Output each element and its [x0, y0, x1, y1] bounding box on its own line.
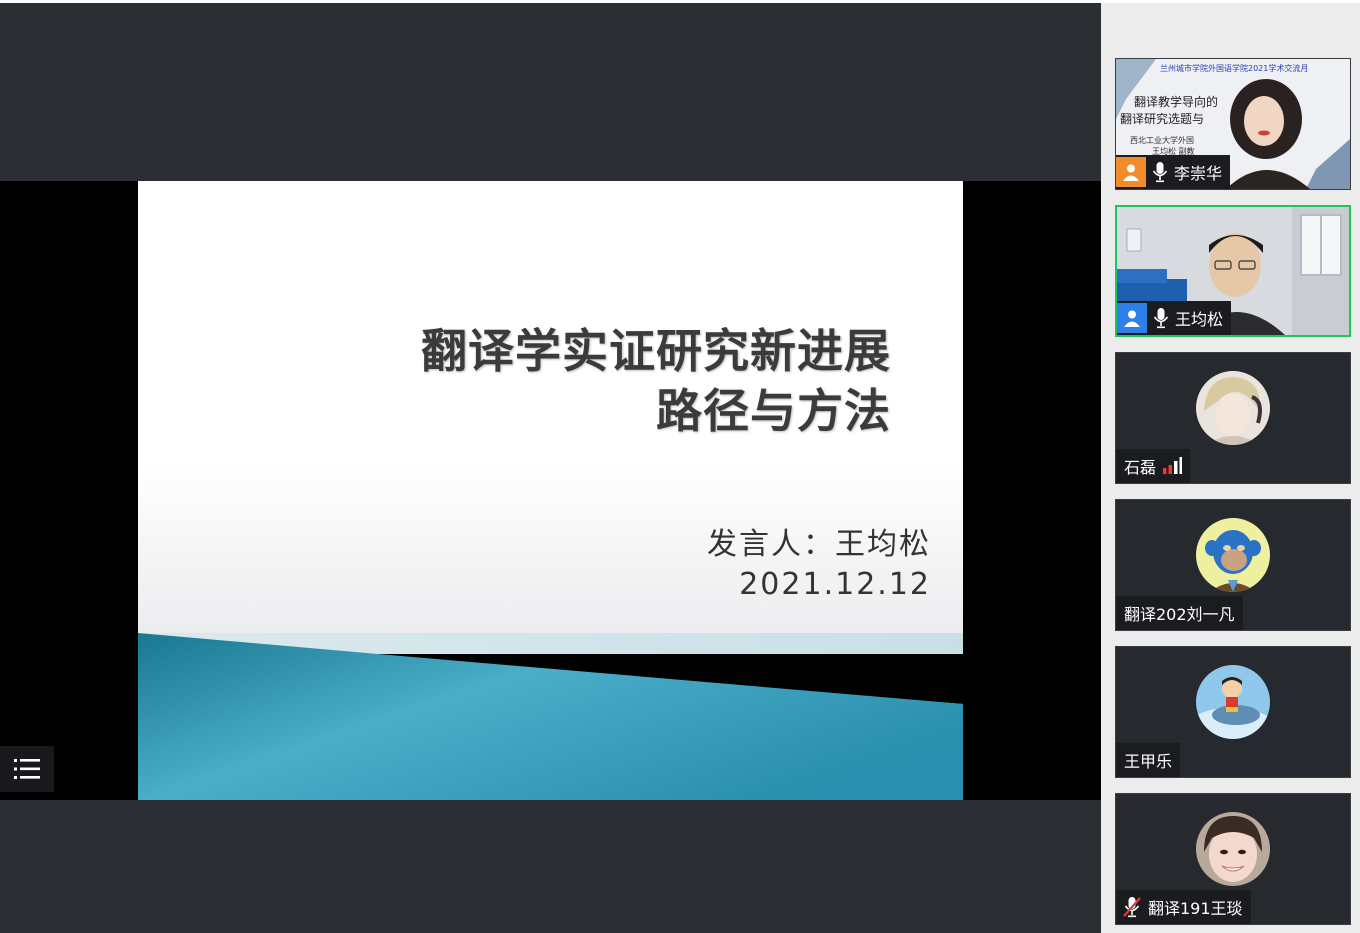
participant-name-bar: 王甲乐: [1116, 743, 1181, 777]
presentation-slide: 翻译学实证研究新进展 路径与方法 发言人：王均松 2021.12.12: [138, 181, 963, 800]
avatar: [1196, 665, 1270, 739]
list-icon: [14, 759, 40, 779]
avatar: [1196, 518, 1270, 592]
backdrop-text-line-1: 兰州城市学院外国语学院2021学术交流月: [1160, 64, 1309, 73]
participant-tile[interactable]: 石磊: [1115, 352, 1351, 484]
slide-title: 翻译学实证研究新进展 路径与方法: [421, 321, 891, 441]
shared-screen-area: 翻译学实证研究新进展 路径与方法 发言人：王均松 2021.12.12: [0, 181, 1101, 800]
participant-tile[interactable]: 兰州城市学院外国语学院2021学术交流月 翻译教学导向的 翻译研究选题与 西北工…: [1115, 58, 1351, 190]
person-icon: [1116, 157, 1146, 187]
shared-screen-stage: 翻译学实证研究新进展 路径与方法 发言人：王均松 2021.12.12: [0, 3, 1101, 933]
participant-name-bar: 石磊: [1116, 449, 1191, 483]
participant-list-button[interactable]: [0, 746, 54, 792]
participant-name: 王均松: [1175, 310, 1224, 329]
avatar: [1196, 371, 1270, 445]
participant-tile-active-speaker[interactable]: 王均松: [1115, 205, 1351, 337]
participant-name-bar: 李崇华: [1116, 155, 1231, 189]
backdrop-text-line-4: 西北工业大学外国: [1130, 136, 1194, 145]
backdrop-text-line-2: 翻译教学导向的: [1134, 95, 1219, 109]
participant-tile[interactable]: 翻译202刘一凡: [1115, 499, 1351, 631]
person-icon: [1117, 303, 1147, 333]
microphone-icon: [1152, 162, 1168, 183]
signal-bars-icon: [1163, 457, 1183, 474]
slide-decorative-shapes: [138, 633, 963, 800]
participant-name: 李崇华: [1174, 164, 1223, 183]
participant-tile[interactable]: 王甲乐: [1115, 646, 1351, 778]
backdrop-text-line-3: 翻译研究选题与: [1120, 112, 1205, 126]
microphone-muted-icon: [1123, 897, 1141, 918]
slide-date-line: 2021.12.12: [739, 567, 931, 602]
slide-speaker-info: 发言人：王均松 2021.12.12: [707, 525, 931, 605]
slide-title-line-2: 路径与方法: [656, 384, 891, 438]
slide-speaker-line: 发言人：王均松: [707, 527, 931, 562]
participant-name: 翻译191王琰: [1148, 899, 1243, 918]
participant-video-sidebar: 兰州城市学院外国语学院2021学术交流月 翻译教学导向的 翻译研究选题与 西北工…: [1101, 3, 1360, 933]
participant-name-bar: 王均松: [1117, 301, 1232, 335]
participant-name-bar: 翻译191王琰: [1116, 890, 1251, 924]
participant-name-bar: 翻译202刘一凡: [1116, 596, 1243, 630]
participant-name: 翻译202刘一凡: [1124, 605, 1235, 624]
participant-tile[interactable]: 翻译191王琰: [1115, 793, 1351, 925]
participant-name: 王甲乐: [1124, 752, 1173, 771]
microphone-icon: [1153, 308, 1169, 329]
slide-title-line-1: 翻译学实证研究新进展: [421, 324, 891, 378]
participant-name: 石磊: [1124, 458, 1157, 477]
avatar: [1196, 812, 1270, 886]
